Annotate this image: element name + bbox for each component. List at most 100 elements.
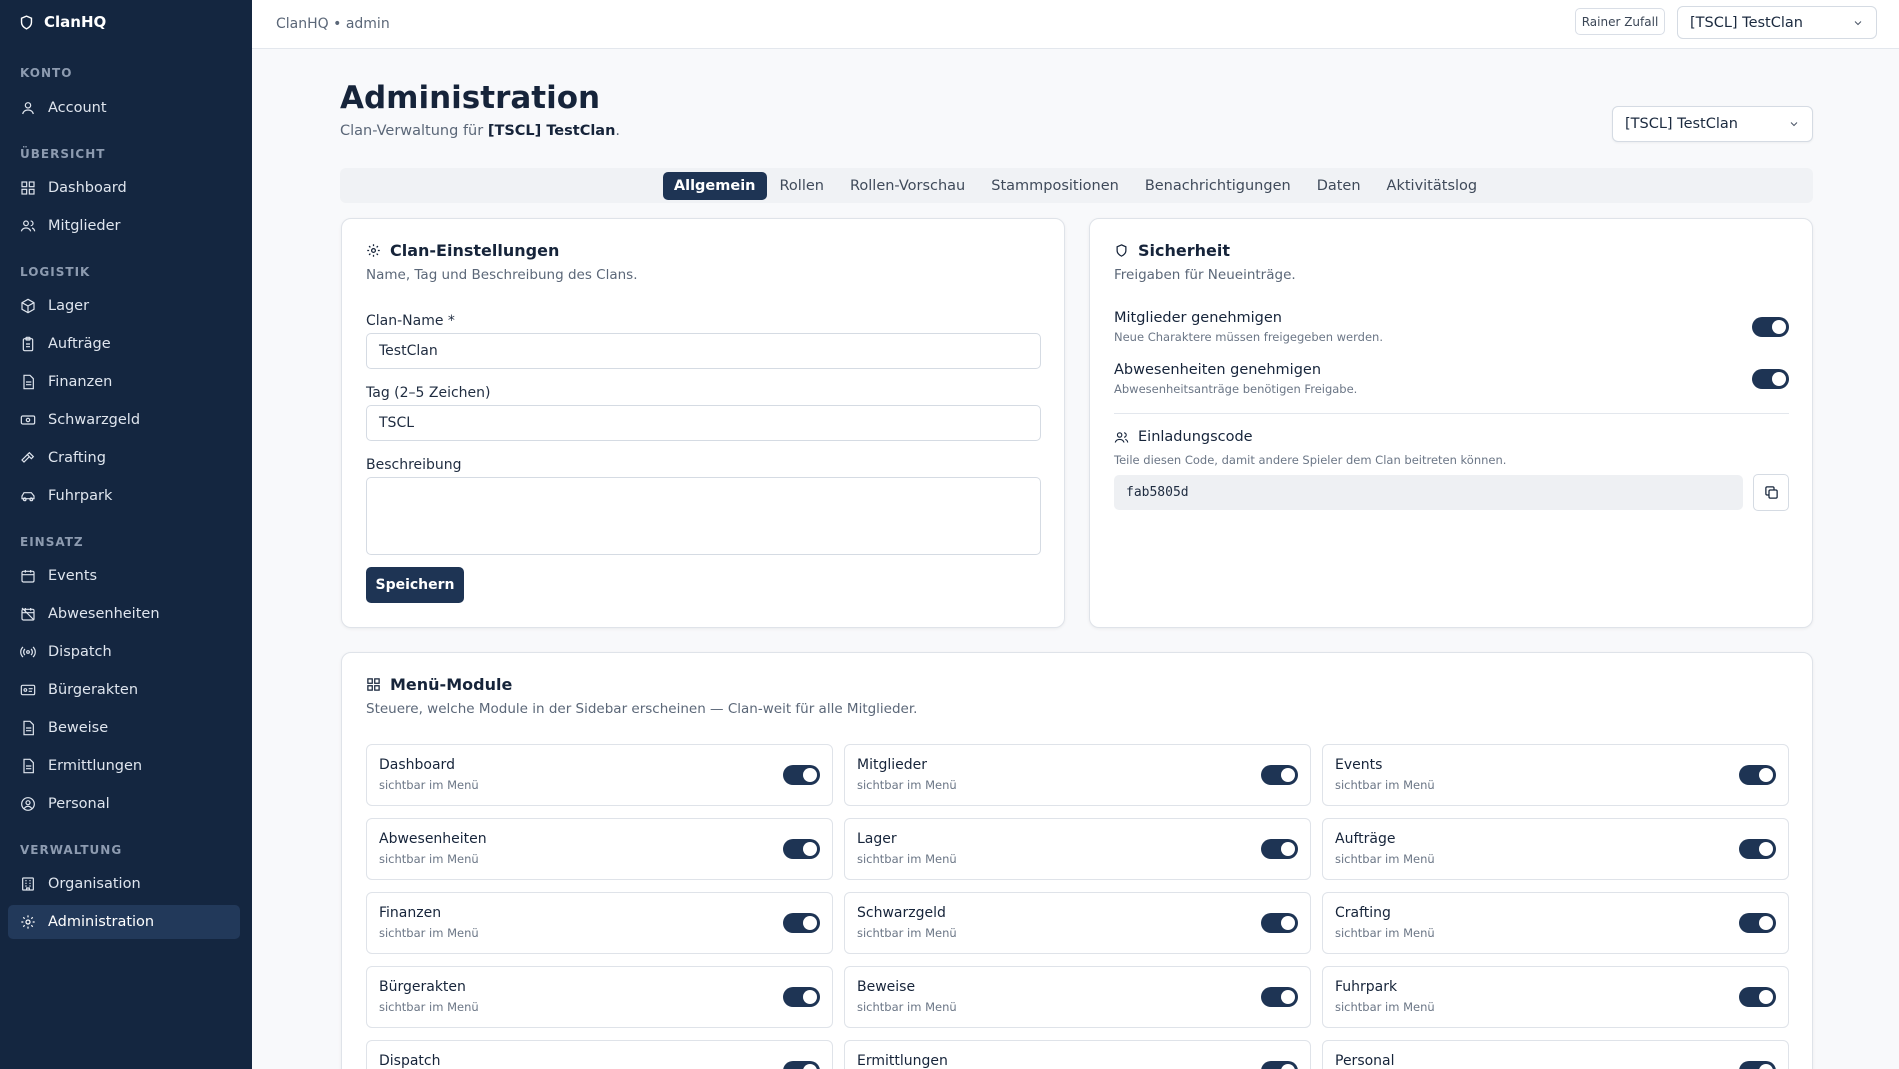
invite-title-text: Einladungscode	[1138, 429, 1253, 445]
tab-rollen-vorschau[interactable]: Rollen-Vorschau	[837, 172, 978, 200]
sidebar-item-auftraege[interactable]: Aufträge	[8, 327, 240, 361]
module-toggle[interactable]	[1739, 765, 1776, 785]
users-icon	[1114, 431, 1129, 443]
page-subtitle-clan: [TSCL] TestClan	[487, 123, 616, 139]
module-toggle[interactable]	[1739, 1061, 1776, 1069]
clan-select-value: [TSCL] TestClan	[1625, 116, 1738, 132]
security-card: Sicherheit Freigaben für Neueinträge. Mi…	[1089, 218, 1813, 628]
calendar-icon	[21, 570, 35, 583]
sidebar-item-buergerakten[interactable]: Bürgerakten	[8, 673, 240, 707]
module-ermittlungen: Ermittlungen	[844, 1040, 1311, 1069]
tab-bar: Allgemein Rollen Rollen-Vorschau Stammpo…	[340, 168, 1813, 203]
radio-icon	[20, 646, 36, 658]
sidebar-item-fuhrpark[interactable]: Fuhrpark	[8, 479, 240, 513]
clan-settings-card: Clan-Einstellungen Name, Tag und Beschre…	[341, 218, 1065, 628]
module-toggle[interactable]	[783, 765, 820, 785]
clan-select-top[interactable]: [TSCL] TestClan	[1677, 6, 1877, 39]
sidebar-item-label: Personal	[48, 796, 110, 812]
module-toggle[interactable]	[1261, 913, 1298, 933]
module-name: Dashboard	[379, 757, 455, 773]
module-toggle[interactable]	[1739, 987, 1776, 1007]
sidebar-item-abwesenheiten[interactable]: Abwesenheiten	[8, 597, 240, 631]
sidebar-item-dashboard[interactable]: Dashboard	[8, 171, 240, 205]
sidebar-item-account[interactable]: Account	[8, 91, 240, 125]
section-label-einsatz: EINSATZ	[20, 535, 84, 549]
sidebar-item-ermittlungen[interactable]: Ermittlungen	[8, 749, 240, 783]
user-button[interactable]: Rainer Zufall	[1575, 8, 1665, 35]
setting-title: Mitglieder genehmigen	[1114, 310, 1282, 326]
sidebar-item-label: Finanzen	[48, 374, 113, 390]
user-circle-icon	[21, 797, 35, 811]
sidebar-item-lager[interactable]: Lager	[8, 289, 240, 323]
module-toggle[interactable]	[1261, 839, 1298, 859]
tab-benachrichtigungen[interactable]: Benachrichtigungen	[1132, 172, 1304, 200]
module-sub: sichtbar im Menü	[1335, 1000, 1435, 1014]
module-toggle[interactable]	[783, 839, 820, 859]
module-toggle[interactable]	[783, 913, 820, 933]
module-abwesenheiten: Abwesenheiten sichtbar im Menü	[366, 818, 833, 880]
clan-name-input[interactable]: TestClan	[366, 333, 1041, 369]
tab-daten[interactable]: Daten	[1304, 172, 1374, 200]
sidebar-item-organisation[interactable]: Organisation	[8, 867, 240, 901]
module-sub: sichtbar im Menü	[379, 1000, 479, 1014]
shield-icon	[1116, 244, 1127, 257]
module-toggle[interactable]	[783, 1061, 820, 1069]
invite-code[interactable]: fab5805d	[1114, 475, 1743, 510]
sidebar-item-beweise[interactable]: Beweise	[8, 711, 240, 745]
module-name: Dispatch	[379, 1053, 441, 1069]
tab-aktivitaetslog[interactable]: Aktivitätslog	[1374, 172, 1491, 200]
clan-tag-input[interactable]: TSCL	[366, 405, 1041, 441]
sidebar-item-label: Fuhrpark	[48, 488, 113, 504]
sidebar-item-label: Bürgerakten	[48, 682, 139, 698]
sidebar-item-label: Dashboard	[48, 180, 127, 196]
tab-allgemein[interactable]: Allgemein	[662, 171, 767, 200]
module-dashboard: Dashboard sichtbar im Menü	[366, 744, 833, 806]
chevron-down-icon	[1790, 122, 1798, 127]
module-lager: Lager sichtbar im Menü	[844, 818, 1311, 880]
module-mitglieder: Mitglieder sichtbar im Menü	[844, 744, 1311, 806]
security-title: Sicherheit	[1114, 241, 1230, 260]
module-toggle[interactable]	[1261, 1061, 1298, 1069]
save-button[interactable]: Speichern	[366, 567, 464, 603]
sidebar-item-events[interactable]: Events	[8, 559, 240, 593]
module-personal: Personal	[1322, 1040, 1789, 1069]
approve-members-toggle[interactable]	[1752, 317, 1789, 337]
module-sub: sichtbar im Menü	[1335, 926, 1435, 940]
module-toggle[interactable]	[783, 987, 820, 1007]
copy-button[interactable]	[1753, 474, 1789, 511]
sidebar-item-mitglieder[interactable]: Mitglieder	[8, 209, 240, 243]
sidebar-item-label: Abwesenheiten	[48, 606, 160, 622]
description-textarea[interactable]	[366, 477, 1041, 555]
sidebar-item-label: Administration	[48, 914, 155, 930]
sidebar-item-label: Beweise	[48, 720, 109, 736]
sidebar-item-crafting[interactable]: Crafting	[8, 441, 240, 475]
sidebar-item-administration[interactable]: Administration	[8, 905, 240, 939]
module-toggle[interactable]	[1739, 913, 1776, 933]
clan-select[interactable]: [TSCL] TestClan	[1612, 106, 1813, 142]
module-toggle[interactable]	[1739, 839, 1776, 859]
modules-card: Menü-Module Steuere, welche Module in de…	[341, 652, 1813, 1069]
sidebar-item-label: Mitglieder	[48, 218, 121, 234]
chevron-down-icon	[1854, 20, 1862, 25]
sidebar-item-personal[interactable]: Personal	[8, 787, 240, 821]
sidebar-item-label: Schwarzgeld	[48, 412, 141, 428]
tab-rollen[interactable]: Rollen	[767, 172, 837, 200]
sidebar-item-finanzen[interactable]: Finanzen	[8, 365, 240, 399]
sidebar-item-dispatch[interactable]: Dispatch	[8, 635, 240, 669]
security-desc: Freigaben für Neueinträge.	[1114, 267, 1296, 283]
grid-icon	[21, 181, 35, 195]
module-toggle[interactable]	[1261, 987, 1298, 1007]
cash-icon	[20, 415, 36, 425]
sidebar-item-schwarzgeld[interactable]: Schwarzgeld	[8, 403, 240, 437]
tab-stammpositionen[interactable]: Stammpositionen	[978, 172, 1132, 200]
approve-absences-toggle[interactable]	[1752, 369, 1789, 389]
module-fuhrpark: Fuhrpark sichtbar im Menü	[1322, 966, 1789, 1028]
clan-tag-label: Tag (2–5 Zeichen)	[366, 385, 491, 401]
brand[interactable]: ClanHQ	[0, 0, 252, 44]
setting-subtitle: Abwesenheitsanträge benötigen Freigabe.	[1114, 382, 1358, 396]
module-schwarzgeld: Schwarzgeld sichtbar im Menü	[844, 892, 1311, 954]
clan-settings-title: Clan-Einstellungen	[366, 241, 559, 260]
module-toggle[interactable]	[1261, 765, 1298, 785]
user-icon	[22, 102, 34, 115]
module-name: Abwesenheiten	[379, 831, 487, 847]
